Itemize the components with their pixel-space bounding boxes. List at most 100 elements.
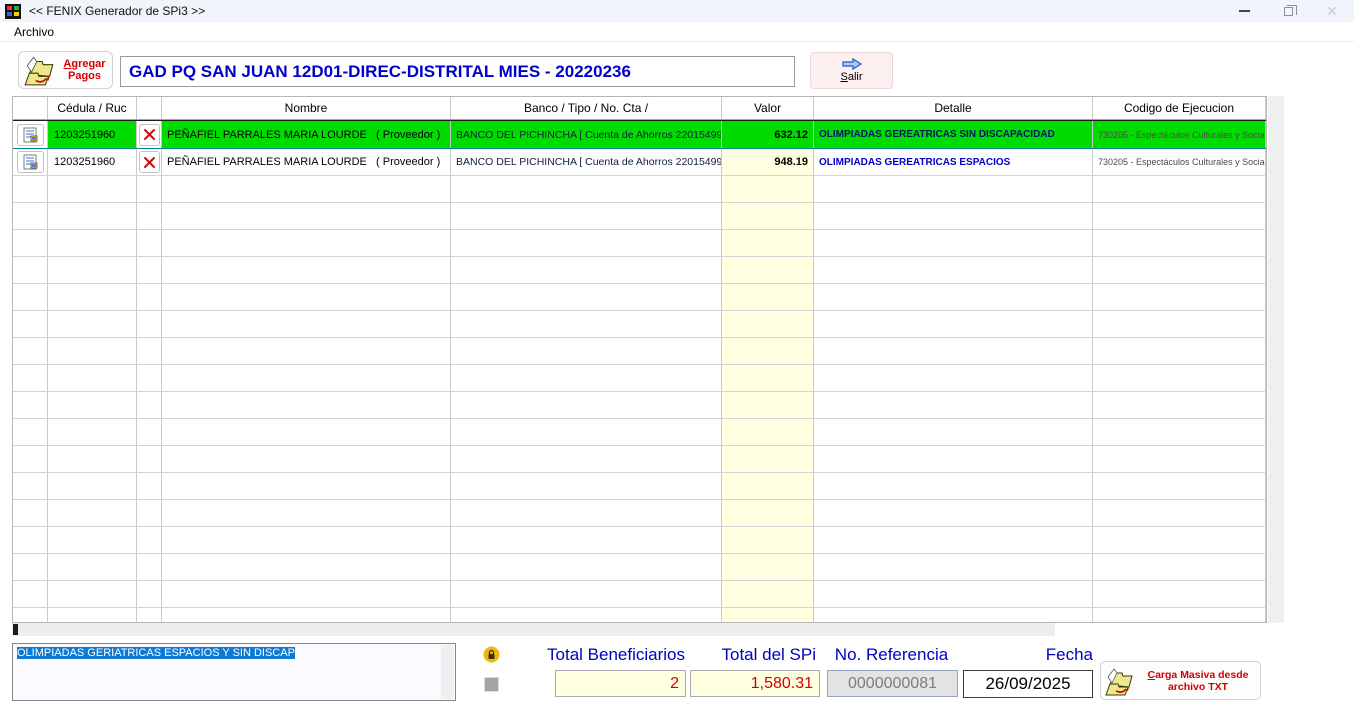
menubar: Archivo bbox=[0, 22, 1354, 42]
empty-cell bbox=[162, 473, 451, 499]
empty-cell bbox=[137, 365, 162, 391]
app-icon bbox=[5, 4, 21, 19]
table-row[interactable]: 1203251960PEÑAFIEL PARRALES MARIA LOURDE… bbox=[13, 149, 1266, 176]
edit-row-button[interactable] bbox=[17, 124, 44, 146]
grid-header-row: Cédula / Ruc Nombre Banco / Tipo / No. C… bbox=[13, 97, 1266, 120]
empty-cell bbox=[137, 581, 162, 607]
empty-cell bbox=[1093, 365, 1266, 391]
empty-cell bbox=[137, 527, 162, 553]
empty-cell bbox=[13, 338, 48, 364]
total-beneficiarios-label: Total Beneficiarios bbox=[517, 645, 685, 665]
empty-cell bbox=[162, 311, 451, 337]
entity-title-text: GAD PQ SAN JUAN 12D01-DIREC-DISTRITAL MI… bbox=[129, 62, 631, 82]
edit-row-button[interactable] bbox=[17, 151, 44, 173]
empty-cell bbox=[451, 527, 722, 553]
empty-cell bbox=[1093, 581, 1266, 607]
empty-cell bbox=[722, 203, 814, 229]
empty-cell bbox=[48, 392, 137, 418]
scrollbar-thumb[interactable] bbox=[13, 624, 18, 635]
empty-cell bbox=[13, 203, 48, 229]
empty-cell bbox=[722, 527, 814, 553]
total-spi-label: Total del SPi bbox=[700, 645, 816, 665]
horizontal-scrollbar[interactable] bbox=[12, 623, 1055, 636]
grid-body: 1203251960PEÑAFIEL PARRALES MARIA LOURDE… bbox=[13, 120, 1266, 623]
header-detalle: Detalle bbox=[814, 97, 1093, 119]
empty-cell bbox=[48, 311, 137, 337]
delete-x-icon bbox=[143, 128, 156, 141]
minimize-button[interactable] bbox=[1222, 0, 1266, 22]
entity-title-field[interactable]: GAD PQ SAN JUAN 12D01-DIREC-DISTRITAL MI… bbox=[120, 56, 795, 87]
fecha-input[interactable]: 26/09/2025 bbox=[963, 670, 1093, 698]
empty-cell bbox=[814, 419, 1093, 445]
header-cedula: Cédula / Ruc bbox=[48, 97, 137, 119]
payments-grid: Cédula / Ruc Nombre Banco / Tipo / No. C… bbox=[12, 96, 1267, 623]
empty-cell bbox=[13, 500, 48, 526]
empty-cell bbox=[1093, 527, 1266, 553]
agregar-pagos-button[interactable]: Agregar Pagos bbox=[18, 51, 113, 89]
empty-cell bbox=[137, 311, 162, 337]
empty-cell bbox=[814, 608, 1093, 623]
cell-valor: 948.19 bbox=[722, 149, 814, 175]
lock-icon bbox=[483, 646, 500, 663]
notes-textarea[interactable]: OLIMPIADAS GERIATRICAS ESPACIOS Y SIN DI… bbox=[12, 643, 456, 701]
empty-cell bbox=[162, 608, 451, 623]
empty-table-row bbox=[13, 554, 1266, 581]
empty-cell bbox=[1093, 392, 1266, 418]
total-beneficiarios-value: 2 bbox=[555, 670, 686, 697]
empty-cell bbox=[451, 365, 722, 391]
empty-cell bbox=[162, 554, 451, 580]
empty-table-row bbox=[13, 608, 1266, 623]
empty-cell bbox=[162, 446, 451, 472]
empty-cell bbox=[162, 176, 451, 202]
empty-cell bbox=[137, 392, 162, 418]
empty-cell bbox=[48, 365, 137, 391]
fecha-label: Fecha bbox=[963, 645, 1093, 665]
table-row[interactable]: 1203251960PEÑAFIEL PARRALES MARIA LOURDE… bbox=[13, 120, 1266, 149]
empty-cell bbox=[814, 365, 1093, 391]
cell-codigo: 730205 - Espectáculos Culturales y Socia… bbox=[1093, 121, 1266, 148]
empty-cell bbox=[48, 446, 137, 472]
empty-cell bbox=[814, 554, 1093, 580]
cell-delete bbox=[137, 149, 162, 175]
empty-cell bbox=[13, 392, 48, 418]
empty-table-row bbox=[13, 500, 1266, 527]
empty-table-row bbox=[13, 446, 1266, 473]
empty-cell bbox=[814, 473, 1093, 499]
cell-edit bbox=[13, 121, 48, 148]
vertical-scrollbar[interactable] bbox=[1268, 96, 1284, 623]
delete-row-button[interactable] bbox=[139, 124, 160, 146]
empty-cell bbox=[13, 446, 48, 472]
empty-table-row bbox=[13, 392, 1266, 419]
empty-table-row bbox=[13, 311, 1266, 338]
empty-cell bbox=[451, 419, 722, 445]
menu-archivo[interactable]: Archivo bbox=[10, 24, 58, 40]
referencia-value: 0000000081 bbox=[827, 670, 958, 697]
empty-cell bbox=[722, 419, 814, 445]
header-nombre: Nombre bbox=[162, 97, 451, 119]
empty-cell bbox=[162, 419, 451, 445]
empty-cell bbox=[48, 257, 137, 283]
cell-nombre: PEÑAFIEL PARRALES MARIA LOURDE ( Proveed… bbox=[162, 149, 451, 175]
maximize-button[interactable] bbox=[1266, 0, 1310, 22]
empty-cell bbox=[13, 311, 48, 337]
notes-scrollbar[interactable] bbox=[441, 645, 454, 699]
close-button[interactable]: ✕ bbox=[1310, 0, 1354, 22]
cell-banco: BANCO DEL PICHINCHA [ Cuenta de Ahorros … bbox=[451, 121, 722, 148]
carga-masiva-button[interactable]: Carga Masiva desde archivo TXT bbox=[1100, 661, 1261, 700]
delete-row-button[interactable] bbox=[139, 151, 160, 173]
salir-button[interactable]: Salir bbox=[810, 52, 893, 89]
empty-cell bbox=[162, 203, 451, 229]
empty-cell bbox=[162, 392, 451, 418]
empty-cell bbox=[48, 581, 137, 607]
empty-cell bbox=[722, 338, 814, 364]
empty-cell bbox=[13, 365, 48, 391]
empty-cell bbox=[162, 230, 451, 256]
agregar-pagos-label: Agregar Pagos bbox=[57, 58, 112, 82]
empty-cell bbox=[48, 176, 137, 202]
window-title: << FENIX Generador de SPi3 >> bbox=[29, 4, 205, 18]
empty-cell bbox=[722, 176, 814, 202]
empty-table-row bbox=[13, 230, 1266, 257]
empty-cell bbox=[13, 473, 48, 499]
empty-cell bbox=[1093, 554, 1266, 580]
header-valor: Valor bbox=[722, 97, 814, 119]
